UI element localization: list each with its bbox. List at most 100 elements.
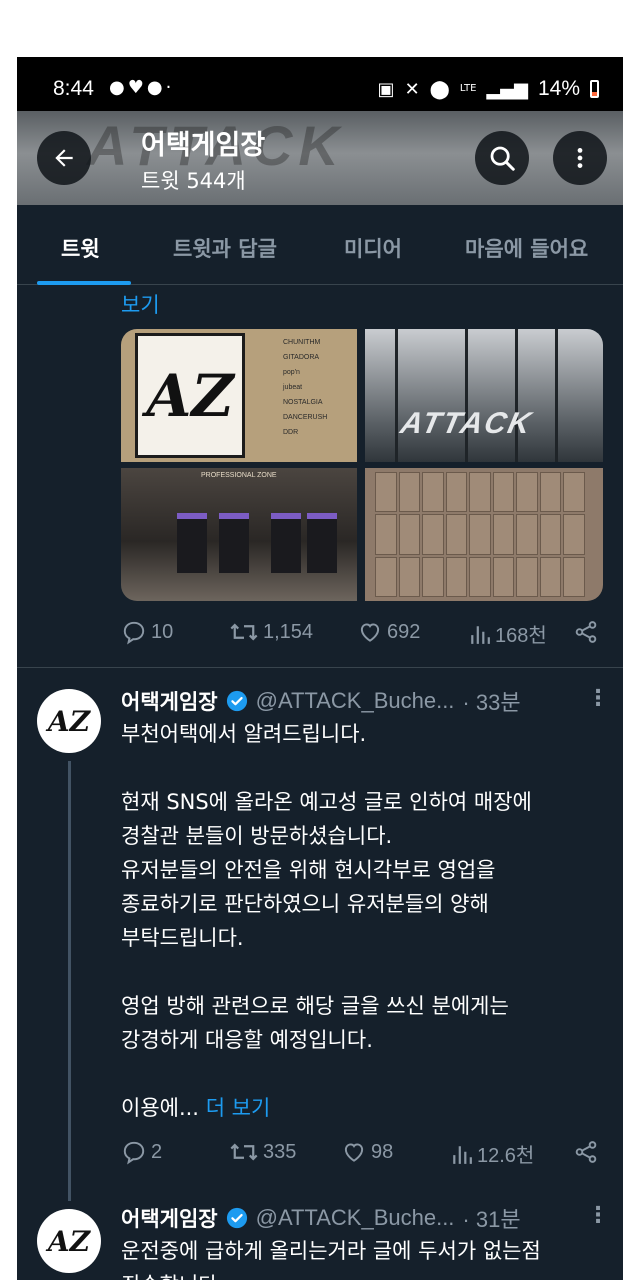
avatar[interactable]: AZ — [37, 689, 101, 753]
heart-icon: ♥ — [127, 77, 147, 98]
battery-level: 14% — [537, 77, 580, 100]
bar-chart-icon — [471, 625, 490, 644]
retweet-icon — [230, 623, 258, 641]
tab-likes[interactable]: 마음에 들어요 — [465, 233, 588, 263]
tweet-author-handle[interactable]: @ATTACK_Buche... — [256, 688, 455, 714]
game-list-sign: CHUNITHM GITADORA pop'n jubeat NOSTALGIA… — [283, 335, 327, 440]
media-photo-lockers[interactable] — [365, 468, 603, 601]
tweet-header: 어택게임장 @ATTACK_Buche... · 33분 ⋮ — [121, 684, 611, 718]
views-button[interactable]: 168천 — [469, 619, 547, 648]
game-list-item: GITADORA — [283, 354, 320, 361]
game-list-item: DDR — [283, 429, 299, 436]
active-tab-indicator — [37, 281, 131, 285]
mute-icon: ✕ — [404, 78, 420, 100]
verified-badge-icon — [226, 1207, 247, 1229]
bar-chart-icon — [453, 1145, 472, 1164]
tweet-line: 현재 SNS에 올라온 예고성 글로 인하여 매장에 — [121, 790, 532, 814]
media-photo-entrance[interactable]: ATTACK — [365, 329, 603, 462]
location-icon: ⬤ — [429, 78, 450, 100]
view-count: 168천 — [495, 625, 547, 647]
verified-badge-icon — [226, 690, 247, 712]
tweet-divider — [17, 667, 623, 668]
share-icon — [575, 621, 597, 643]
reply-icon — [123, 621, 145, 645]
arcade-machine — [271, 513, 301, 573]
media-photo-logo[interactable]: AZ CHUNITHM GITADORA pop'n jubeat NOSTAL… — [121, 329, 357, 462]
truncated-text: 이용에... — [121, 1096, 199, 1120]
tweet-more-icon[interactable]: ⋮ — [587, 686, 609, 711]
reply-button[interactable]: 2 — [121, 1139, 162, 1165]
like-count: 98 — [371, 1140, 394, 1163]
like-button[interactable]: 692 — [357, 619, 420, 645]
more-options-button[interactable] — [553, 131, 607, 185]
tweet-line: 강경하게 대응할 예정입니다. — [121, 1028, 373, 1052]
status-bar: 8:44 ●♥●· ▣ ✕ ⬤ LTE ▂▄▆ 14% — [17, 57, 623, 111]
tweet-line: 부탁드립니다. — [121, 926, 244, 950]
media-grid[interactable]: AZ CHUNITHM GITADORA pop'n jubeat NOSTAL… — [121, 329, 603, 601]
retweet-button[interactable]: 335 — [229, 1139, 296, 1165]
game-list-item: DANCERUSH — [283, 414, 328, 421]
app-screen: 8:44 ●♥●· ▣ ✕ ⬤ LTE ▂▄▆ 14% ATTACK 어택게임장… — [17, 57, 623, 1280]
views-button[interactable]: 12.6천 — [451, 1139, 534, 1168]
tweet-time[interactable]: · 33분 — [462, 685, 520, 717]
status-time: 8:44 — [53, 77, 94, 100]
profile-header: ATTACK 어택게임장 트윗 544개 — [17, 111, 623, 205]
notification-icons: ●♥●· — [109, 77, 174, 98]
retweet-icon — [230, 1143, 258, 1161]
profile-name: 어택게임장 — [141, 130, 266, 161]
retweet-count: 335 — [263, 1140, 297, 1163]
tweet-actions: 2 335 98 12.6천 — [121, 1139, 601, 1171]
back-button[interactable] — [37, 131, 91, 185]
media-photo-arcade-zone[interactable]: PROFESSIONAL ZONE — [121, 468, 357, 601]
tweet-text: 운전중에 급하게 올리는거라 글에 두서가 없는점 죄송합니다. — [121, 1234, 611, 1280]
system-icons: ▣ ✕ ⬤ LTE ▂▄▆ 14% — [378, 77, 599, 101]
locker-wall — [375, 472, 585, 597]
tweet-more-icon[interactable]: ⋮ — [587, 1203, 609, 1228]
tweet-header: 어택게임장 @ATTACK_Buche... · 31분 ⋮ — [121, 1201, 611, 1235]
heart-outline-icon — [360, 623, 380, 642]
reply-icon — [123, 1141, 145, 1165]
lte-icon: LTE — [459, 83, 477, 94]
door-frame — [465, 329, 468, 462]
share-button[interactable] — [573, 619, 599, 645]
like-count: 692 — [387, 620, 421, 643]
tweet-time[interactable]: · 31분 — [462, 1202, 520, 1234]
door-sign: ATTACK — [397, 407, 536, 440]
avatar[interactable]: AZ — [37, 1209, 101, 1273]
tab-tweets[interactable]: 트윗 — [61, 233, 100, 263]
tweet-line: 경찰관 분들이 방문하셨습니다. — [121, 824, 393, 848]
tweet-count: 트윗 544개 — [141, 169, 246, 193]
door-frame — [555, 329, 558, 462]
tweet-line: 부천어택에서 알려드립니다. — [121, 722, 367, 746]
tweet-author-handle[interactable]: @ATTACK_Buche... — [256, 1205, 455, 1231]
share-icon — [575, 1141, 597, 1163]
battery-icon — [590, 80, 599, 98]
tweet-text: 부천어택에서 알려드립니다. 현재 SNS에 올라온 예고성 글로 인하여 매장… — [121, 717, 611, 1125]
search-icon — [490, 146, 515, 171]
retweet-button[interactable]: 1,154 — [229, 619, 313, 645]
zone-sign: PROFESSIONAL ZONE — [201, 472, 277, 479]
arcade-machine — [177, 513, 207, 573]
like-button[interactable]: 98 — [341, 1139, 393, 1165]
message-icon: ● — [109, 77, 128, 98]
tweet-line: 죄송합니다. — [121, 1268, 611, 1280]
show-more-link[interactable]: 보기 — [121, 289, 160, 319]
tab-media[interactable]: 미디어 — [344, 233, 402, 263]
reply-button[interactable]: 10 — [121, 619, 173, 645]
tweet-line: 유저분들의 안전을 위해 현시각부로 영업을 — [121, 858, 496, 882]
game-list-item: NOSTALGIA — [283, 399, 323, 406]
search-button[interactable] — [475, 131, 529, 185]
tweet-actions: 10 1,154 692 168천 — [121, 619, 601, 651]
show-more-link[interactable]: 더 보기 — [206, 1096, 271, 1120]
tweet-author-name[interactable]: 어택게임장 — [121, 686, 218, 716]
tab-tweets-and-replies[interactable]: 트윗과 답글 — [173, 233, 277, 263]
attack-logo: AZ — [135, 333, 245, 458]
tweet-line: 이용에... 더 보기 — [121, 1091, 611, 1125]
heart-outline-icon — [344, 1143, 364, 1162]
door-frame — [395, 329, 398, 462]
tweet-author-name[interactable]: 어택게임장 — [121, 1203, 218, 1233]
share-button[interactable] — [573, 1139, 599, 1165]
signal-icon: ▂▄▆ — [486, 78, 528, 100]
door-frame — [515, 329, 518, 462]
reply-count: 10 — [151, 620, 174, 643]
